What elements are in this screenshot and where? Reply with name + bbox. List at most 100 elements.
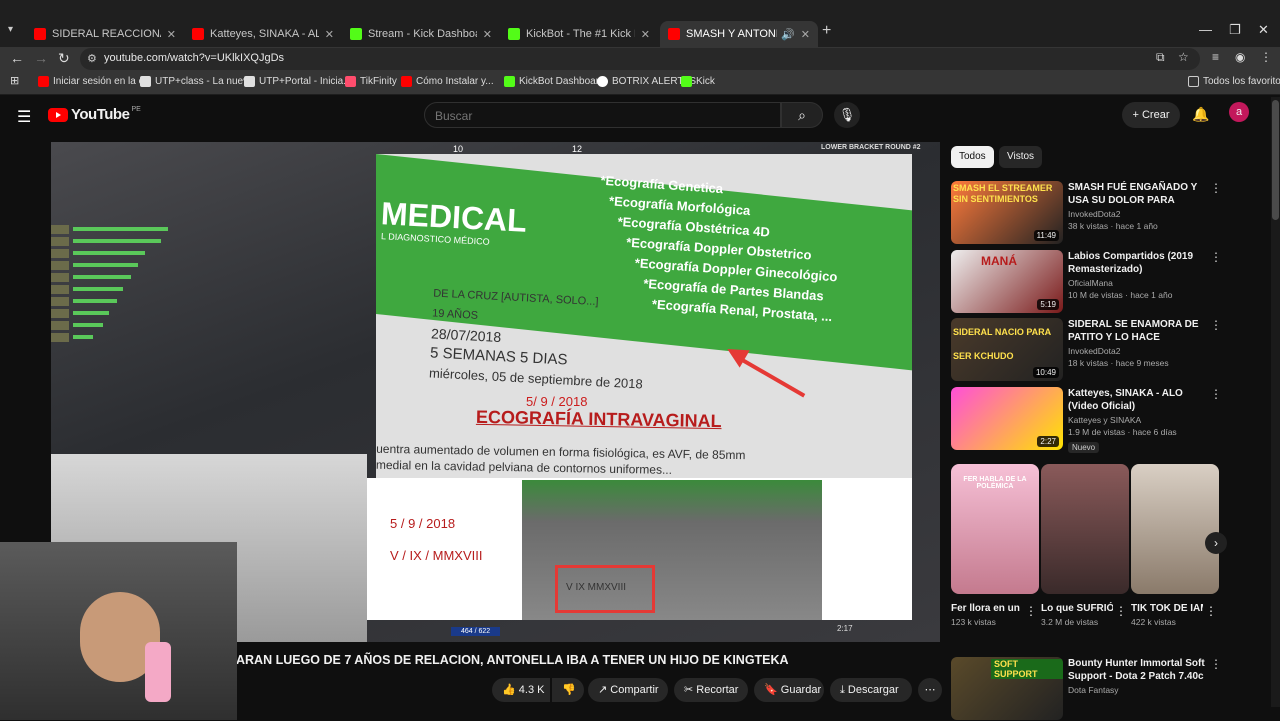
speaker-icon[interactable]: 🔊 <box>781 28 795 41</box>
voice-search-button[interactable]: 🎙 <box>834 102 860 128</box>
chrome-menu-icon[interactable]: ⋮ <box>1260 50 1272 64</box>
channel-name[interactable]: Dota Fantasy <box>1068 685 1119 695</box>
bookmark-item[interactable]: Kick <box>681 76 715 87</box>
all-bookmarks-button[interactable]: Todos los favoritos <box>1188 76 1280 87</box>
browser-tab[interactable]: SIDERAL REACCIONA A SU REP ✕ <box>26 21 184 47</box>
tab-search-icon[interactable]: ▾ <box>8 24 13 35</box>
channel-name[interactable]: InvokedDota2 <box>1068 346 1120 356</box>
short-thumbnail[interactable]: FER HABLA DE LA POLÉMICA <box>951 464 1039 594</box>
video-title[interactable]: SMASH FUÉ ENGAÑADO Y USA SU DOLOR PARA S… <box>1068 181 1208 207</box>
extensions-icon[interactable]: ≡ <box>1212 50 1219 64</box>
recommended-video[interactable]: SOFT SUPPORT Bounty Hunter Immortal Soft… <box>951 657 1231 721</box>
bookmark-item[interactable]: UTP+class - La nuev... <box>140 76 256 87</box>
tab-close-icon[interactable]: ✕ <box>801 28 810 41</box>
channel-name[interactable]: InvokedDota2 <box>1068 209 1120 219</box>
create-button[interactable]: + Crear <box>1122 102 1180 128</box>
tab-close-icon[interactable]: ✕ <box>325 28 334 41</box>
more-options-icon[interactable]: ⋮ <box>1210 250 1222 264</box>
minimize-icon[interactable]: — <box>1199 22 1212 37</box>
download-button[interactable]: ⤓ Descargar <box>830 678 912 702</box>
chip-vistos[interactable]: Vistos <box>999 146 1043 168</box>
short-title[interactable]: Fer llora en un live y ... <box>951 602 1023 615</box>
video-title[interactable]: Katteyes, SINAKA - ALO (Video Oficial) <box>1068 387 1208 413</box>
account-avatar[interactable]: a <box>1229 102 1249 122</box>
short-item[interactable]: FER HABLA DE LA POLÉMICA Fer llora en un… <box>951 464 1039 627</box>
dislike-button[interactable]: 👎 <box>552 678 584 702</box>
video-thumbnail[interactable]: 2:27 <box>951 387 1063 450</box>
hamburger-menu-icon[interactable]: ☰ <box>17 107 31 127</box>
short-title[interactable]: TIK TOK DE IAMFERV ... <box>1131 602 1203 615</box>
share-icon: ↗ <box>598 684 611 696</box>
recommended-video[interactable]: MANÁ 5:19 Labios Compartidos (2019 Remas… <box>951 250 1231 314</box>
video-thumbnail[interactable]: SOFT SUPPORT <box>951 657 1063 720</box>
video-title[interactable]: Bounty Hunter Immortal Soft Support - Do… <box>1068 657 1208 683</box>
apps-icon[interactable]: ⊞ <box>10 74 19 87</box>
clip-button[interactable]: ✂ Recortar <box>674 678 748 702</box>
video-thumbnail[interactable]: SIDERAL NACIO PARA SER KCHUDO 10:49 <box>951 318 1063 381</box>
forward-icon[interactable]: → <box>34 50 48 66</box>
video-thumbnail[interactable]: MANÁ 5:19 <box>951 250 1063 313</box>
save-button[interactable]: 🔖 Guardar <box>754 678 824 702</box>
omnibox[interactable]: ⚙ youtube.com/watch?v=UKlkIXQJgDs <box>80 48 1200 70</box>
back-icon[interactable]: ← <box>10 50 24 66</box>
exam-title: ECOGRAFÍA INTRAVAGINAL <box>475 406 722 432</box>
shorts-next-button[interactable]: › <box>1205 532 1227 554</box>
short-title[interactable]: Lo que SUFRIÓ ... <box>1041 602 1113 615</box>
bookmark-item[interactable]: Iniciar sesión en la c... <box>38 76 152 87</box>
more-options-icon[interactable]: ⋮ <box>1205 604 1217 618</box>
tab-close-icon[interactable]: ✕ <box>167 28 176 41</box>
bookmark-item[interactable]: KickBot Dashboard <box>504 76 605 87</box>
video-title[interactable]: Labios Compartidos (2019 Remasterizado) <box>1068 250 1208 276</box>
tab-close-icon[interactable]: ✕ <box>483 28 492 41</box>
bookmark-item[interactable]: UTP+Portal - Inicia... <box>244 76 352 87</box>
bookmark-item[interactable]: Cómo Instalar y... <box>401 76 494 87</box>
short-thumbnail[interactable] <box>1131 464 1219 594</box>
scrollbar-thumb[interactable] <box>1272 100 1279 220</box>
chip-todos[interactable]: Todos <box>951 146 994 168</box>
more-actions-button[interactable]: ⋯ <box>918 678 942 702</box>
search-box[interactable] <box>424 102 781 128</box>
profile-icon[interactable]: ◉ <box>1235 50 1245 64</box>
url-text[interactable]: youtube.com/watch?v=UKlkIXQJgDs <box>104 52 284 64</box>
recommended-video[interactable]: SIDERAL NACIO PARA SER KCHUDO 10:49 SIDE… <box>951 318 1231 382</box>
short-thumbnail[interactable] <box>1041 464 1129 594</box>
browser-tab[interactable]: Katteyes, SINAKA - ALO (Video ✕ <box>184 21 342 47</box>
ultrasound-document: MEDICAL L DIAGNOSTICO MÉDICO *Ecografía … <box>376 154 912 479</box>
more-options-icon[interactable]: ⋮ <box>1210 387 1222 401</box>
tab-title: Katteyes, SINAKA - ALO (Video <box>210 28 319 40</box>
video-title[interactable]: SIDERAL SE ENAMORA DE PATITO Y LO HACE K… <box>1068 318 1208 344</box>
more-options-icon[interactable]: ⋮ <box>1210 657 1222 671</box>
close-window-icon[interactable]: ✕ <box>1258 22 1269 38</box>
channel-name[interactable]: Katteyes y SINAKA <box>1068 415 1141 425</box>
site-info-icon[interactable]: ⚙ <box>87 52 97 65</box>
maximize-icon[interactable]: ❐ <box>1229 22 1241 38</box>
search-input[interactable] <box>435 109 765 123</box>
youtube-header: ☰ YouTube PE ⌕ 🎙 + Crear 🔔 a <box>0 95 1280 135</box>
install-app-icon[interactable]: ⧉ <box>1156 50 1165 65</box>
more-options-icon[interactable]: ⋮ <box>1025 604 1037 618</box>
channel-name[interactable]: OficialMana <box>1068 278 1113 288</box>
more-options-icon[interactable]: ⋮ <box>1210 318 1222 332</box>
video-thumbnail[interactable]: SMASH EL STREAMER SIN SENTIMIENTOS 11:49 <box>951 181 1063 244</box>
browser-tab[interactable]: KickBot - The #1 Kick Bot for C ✕ <box>500 21 658 47</box>
tab-close-icon[interactable]: ✕ <box>641 28 650 41</box>
browser-tab-active[interactable]: SMASH Y ANTONELLA SE S 🔊 ✕ <box>660 21 818 47</box>
short-item[interactable]: Lo que SUFRIÓ ... 3.2 M de vistas ⋮ <box>1041 464 1129 627</box>
youtube-logo[interactable]: YouTube PE <box>48 106 141 123</box>
browser-tab[interactable]: Stream - Kick Dashboard ✕ <box>342 21 500 47</box>
search-button[interactable]: ⌕ <box>781 102 823 128</box>
more-options-icon[interactable]: ⋮ <box>1115 604 1127 618</box>
bookmark-star-icon[interactable]: ☆ <box>1178 50 1189 64</box>
notifications-bell-icon[interactable]: 🔔 <box>1192 106 1209 123</box>
more-options-icon[interactable]: ⋮ <box>1210 181 1222 195</box>
short-thumbnail-text: FER HABLA DE LA POLÉMICA <box>963 476 1027 490</box>
new-tab-icon[interactable]: + <box>822 22 831 40</box>
new-badge: Nuevo <box>1068 442 1100 453</box>
like-button[interactable]: 👍 4.3 K <box>492 678 550 702</box>
recommended-video[interactable]: 2:27 Katteyes, SINAKA - ALO (Video Ofici… <box>951 387 1231 462</box>
reload-icon[interactable]: ↻ <box>58 50 70 67</box>
share-button[interactable]: ↗ Compartir <box>588 678 668 702</box>
bookmark-item[interactable]: TikFinity <box>345 76 397 87</box>
bookmark-label: Kick <box>696 76 715 87</box>
recommended-video[interactable]: SMASH EL STREAMER SIN SENTIMIENTOS 11:49… <box>951 181 1231 245</box>
